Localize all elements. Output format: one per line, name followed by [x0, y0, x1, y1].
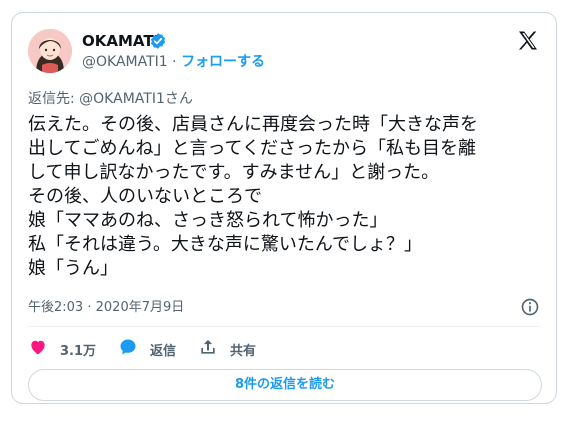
read-replies-button[interactable]: 8件の返信を読む [28, 369, 542, 401]
tweet-line: 娘「うん」 [28, 258, 118, 279]
tweet-line: 私「それは違う。大きな声に驚いたんでしょ？」 [28, 234, 423, 255]
avatar[interactable] [28, 29, 72, 73]
share-label: 共有 [230, 343, 257, 359]
verified-badge-icon [149, 32, 167, 50]
reply-to-label: 返信先: @OKAMATI1さん [28, 91, 193, 107]
divider [28, 326, 540, 327]
timestamp-separator: · [87, 300, 92, 315]
like-button[interactable]: 3.1万 [28, 337, 96, 361]
tweet-line: して申し訳なかったです。すみません」と謝った。 [28, 162, 440, 183]
reply-label: 返信 [150, 343, 177, 359]
tweet-card: OKAMATI @OKAMATI1 · フォローする 返信先: @OKAMATI… [11, 12, 557, 404]
tweet-time: 午後2:03 [28, 300, 84, 315]
tweet-line: その後、人のいないところで [28, 186, 262, 207]
handle[interactable]: @OKAMATI1 [82, 54, 168, 70]
tweet-text: 伝えた。その後、店員さんに再度会った時「大きな声を 出してごめんね」と言ってくだ… [28, 113, 548, 281]
tweet-line: 伝えた。その後、店員さんに再度会った時「大きな声を [28, 114, 478, 135]
share-button[interactable]: 共有 [198, 337, 256, 361]
tweet-line: 娘「ママあのね、さっき怒られて怖かった」 [28, 210, 388, 231]
reply-button[interactable]: 返信 [118, 337, 176, 361]
share-icon [198, 337, 230, 361]
x-logo-icon[interactable] [516, 29, 540, 53]
handle-row: @OKAMATI1 · フォローする [82, 52, 265, 72]
tweet-date: 2020年7月9日 [95, 300, 185, 315]
timestamp-row[interactable]: 午後2:03 · 2020年7月9日 [28, 299, 184, 317]
handle-separator: · [172, 54, 177, 70]
follow-link[interactable]: フォローする [181, 54, 265, 70]
reply-bubble-icon [118, 337, 150, 361]
action-bar: 3.1万 返信 共有 [28, 337, 278, 361]
info-icon[interactable] [520, 297, 540, 317]
heart-icon [28, 337, 60, 361]
tweet-line: 出してごめんね」と言ってくださったから「私も目を離 [28, 138, 477, 159]
like-count: 3.1万 [60, 343, 97, 359]
display-name[interactable]: OKAMATI [82, 31, 159, 51]
